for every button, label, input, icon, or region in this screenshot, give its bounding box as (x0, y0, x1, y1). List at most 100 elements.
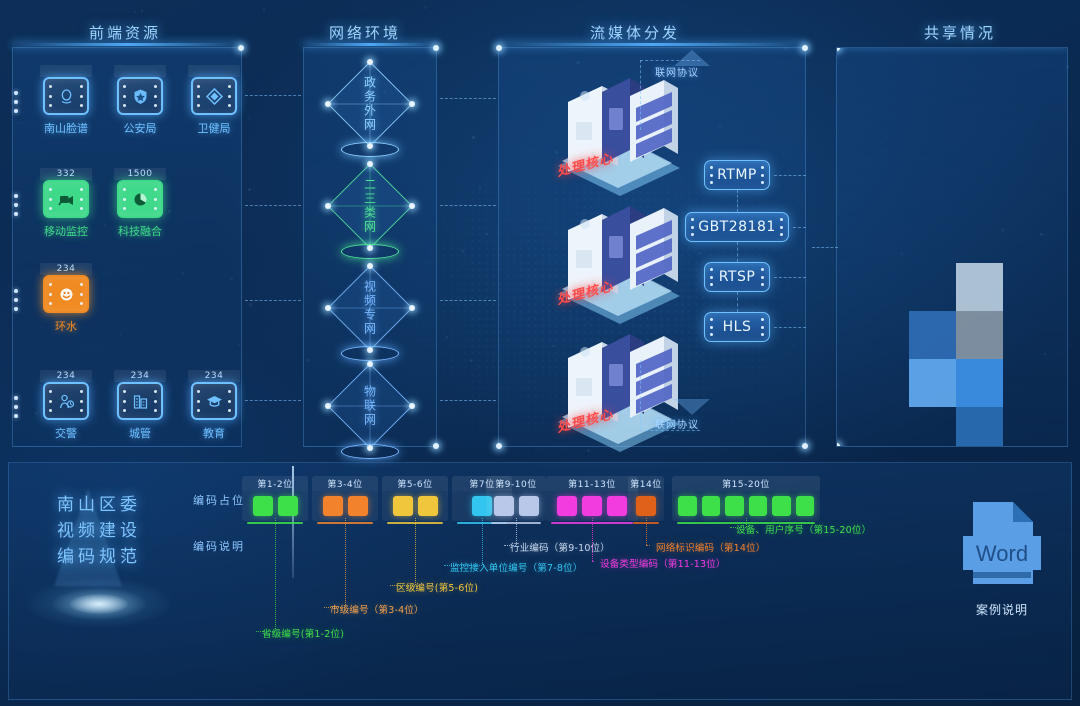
callout-leader-horizontal (324, 607, 345, 608)
police-badge-icon[interactable] (117, 77, 163, 115)
protocol-label: RTSP (718, 269, 756, 285)
graduation-cap-icon[interactable] (191, 382, 237, 420)
dashboard-stage: 前端资源 南山脸谱 公安局 卫健局 332 移动监控 1500 科技融合 234 环水 234 交警… (0, 0, 1080, 706)
protocol-chip-gbt28181[interactable]: GBT28181 (685, 212, 789, 242)
node-base-ellipse (341, 346, 399, 361)
encoding-group[interactable]: 第9-10位 (486, 476, 546, 524)
panel-corner-dot (496, 443, 502, 449)
encoding-group[interactable]: 第5-6位 (382, 476, 448, 524)
word-file-icon[interactable]: Word (955, 496, 1049, 590)
encoding-group[interactable]: 第15-20位 (672, 476, 820, 524)
encoding-slot (701, 496, 720, 516)
encoding-group[interactable]: 第1-2位 (242, 476, 308, 524)
protocol-output-line (774, 277, 806, 278)
encoding-group[interactable]: 第14位 (628, 476, 664, 524)
mosaic-tile (956, 359, 1003, 407)
network-node-3[interactable]: 视频专网 (324, 262, 416, 361)
encoding-slot (582, 496, 602, 516)
callout-leader-vertical (345, 518, 346, 607)
sharing-mosaic (837, 48, 1067, 446)
face-recognition-icon[interactable] (43, 77, 89, 115)
mosaic-tile (909, 311, 956, 359)
case-document[interactable]: Word 案例说明 (952, 496, 1052, 618)
resource-item-3[interactable]: 234 教育 (188, 370, 240, 441)
resource-label: 公安局 (123, 122, 157, 135)
encoding-group[interactable]: 第11-13位 (546, 476, 638, 524)
panel-corner-dot (496, 45, 502, 51)
resource-count-badge: 234 (114, 370, 166, 382)
protocol-link-line (737, 242, 738, 262)
environment-water-icon[interactable] (43, 275, 89, 313)
encoding-slot (322, 496, 343, 516)
network-node-1[interactable]: 政务外网 (324, 58, 416, 157)
spec-title: 南山区委 视频建设 编码规范 (38, 492, 160, 570)
arrow-up-icon (674, 50, 710, 66)
callout-leader-horizontal (256, 631, 275, 632)
resource-item-1[interactable]: 南山脸谱 (40, 65, 92, 136)
resource-item-1[interactable]: 234 环水 (40, 263, 92, 334)
link-network-streaming (440, 400, 496, 401)
link-network-streaming (440, 98, 496, 99)
callout-leader-vertical (592, 518, 593, 561)
resource-item-2[interactable]: 公安局 (114, 65, 166, 136)
callout-leader-vertical (516, 518, 517, 545)
city-management-icon[interactable] (117, 382, 163, 420)
protocol-chip-rtmp[interactable]: RTMP (704, 160, 770, 190)
network-node-2[interactable]: 二三类网 (324, 160, 416, 259)
encoding-callout: 区级编号(第5-6位) (396, 583, 479, 594)
encoding-group-head: 第3-4位 (312, 476, 378, 491)
link-network-streaming (440, 205, 496, 206)
row-handle-dots (14, 65, 18, 113)
encoding-group-cells (312, 491, 378, 521)
encoding-group-cells (672, 491, 820, 521)
encoding-group-head: 第9-10位 (486, 476, 546, 491)
resource-item-2[interactable]: 234 城管 (114, 370, 166, 441)
tech-pie-icon[interactable] (117, 180, 163, 218)
callout-leader-horizontal (646, 545, 650, 546)
resource-item-1[interactable]: 332 移动监控 (40, 168, 92, 239)
encoding-group-head: 第15-20位 (672, 476, 820, 491)
streaming-server-1[interactable]: 处理核心 (540, 62, 690, 197)
network-node-4[interactable]: 物联网 (324, 360, 416, 459)
protocol-chip-hls[interactable]: HLS (704, 312, 770, 342)
flow-connector (640, 60, 641, 130)
encoding-group-cells (628, 491, 664, 521)
resource-label: 科技融合 (118, 225, 162, 238)
resource-label: 环水 (55, 320, 77, 333)
resource-label: 教育 (203, 427, 225, 440)
encoding-slot (557, 496, 577, 516)
encoding-group-cells (546, 491, 638, 521)
encoding-slot (678, 496, 697, 516)
callout-leader-horizontal (444, 565, 482, 566)
encoding-group[interactable]: 第3-4位 (312, 476, 378, 524)
flow-connector (640, 60, 700, 61)
mobile-camera-icon[interactable] (43, 180, 89, 218)
streaming-server-3[interactable]: 处理核心 (540, 318, 690, 453)
frontend-resource-row: 234 环水 (14, 263, 92, 334)
section-title-frontend: 前端资源 (88, 24, 161, 42)
callout-leader-horizontal (730, 527, 746, 528)
mosaic-tile (956, 407, 1003, 446)
encoding-group-cells (382, 491, 448, 521)
link-network-streaming (440, 300, 496, 301)
protocol-link-line (737, 292, 738, 312)
row-label-desc: 编码说明 (193, 540, 245, 553)
streaming-server-2[interactable]: 处理核心 (540, 190, 690, 325)
traffic-police-icon[interactable] (43, 382, 89, 420)
protocol-link-line (737, 190, 738, 212)
link-frontend-network (245, 205, 301, 206)
protocol-chip-rtsp[interactable]: RTSP (704, 262, 770, 292)
mosaic-tile (956, 263, 1003, 311)
health-cross-icon[interactable] (191, 77, 237, 115)
encoding-group-cells (242, 491, 308, 521)
encoding-slot (607, 496, 627, 516)
resource-item-2[interactable]: 1500 科技融合 (114, 168, 166, 239)
row-handle-dots (14, 168, 18, 216)
section-title-sharing: 共享情况 (923, 24, 996, 42)
panel-corner-dot (238, 45, 244, 51)
resource-item-1[interactable]: 234 交警 (40, 370, 92, 441)
resource-count-badge: 234 (40, 263, 92, 275)
encoding-slot (795, 496, 814, 516)
resource-item-3[interactable]: 卫健局 (188, 65, 240, 136)
flow-connector (640, 430, 700, 431)
